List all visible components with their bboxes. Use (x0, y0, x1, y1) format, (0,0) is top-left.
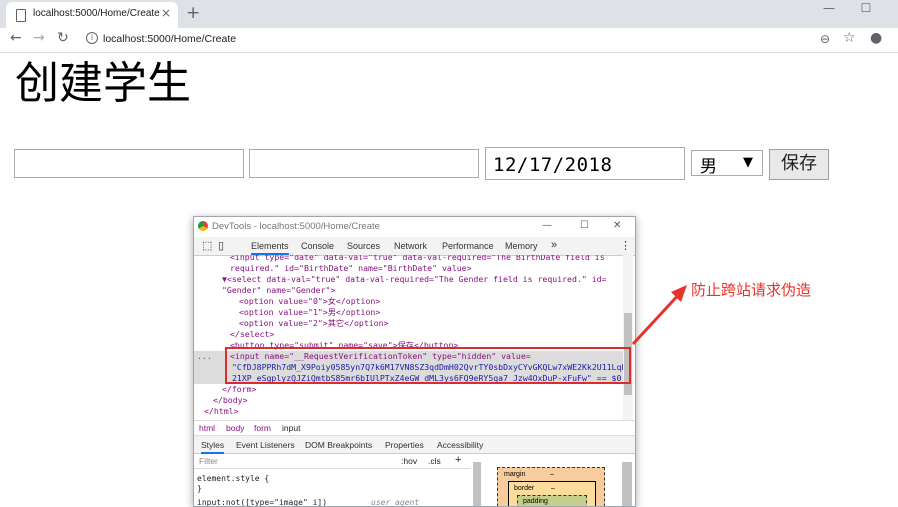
devtools-title: DevTools - localhost:5000/Home/Create (212, 221, 380, 232)
breadcrumb-html[interactable]: html (199, 423, 215, 433)
dom-line[interactable]: "Gender" name="Gender"> (222, 285, 335, 296)
dom-breadcrumb: html body form input (194, 420, 635, 436)
annotation-arrow (631, 285, 687, 346)
name-input[interactable] (14, 149, 244, 178)
forward-button[interactable]: → (33, 30, 45, 46)
browser-tab[interactable]: localhost:5000/Home/Create × (6, 2, 178, 28)
tab-properties[interactable]: Properties (385, 440, 424, 450)
device-toolbar-icon[interactable]: ▯ (218, 239, 224, 252)
style-rule-source: user agent stylesheet (371, 498, 420, 507)
page-icon (16, 9, 26, 22)
tab-elements[interactable]: Elements (251, 241, 289, 255)
annotation-label: 防止跨站请求伪造 (691, 281, 812, 299)
bookmark-star-icon[interactable]: ☆ (843, 30, 856, 46)
minimize-button[interactable]: — (814, 0, 844, 20)
dom-tree: <input type="date" data-val="true" data-… (194, 255, 626, 420)
kebab-menu-icon[interactable]: ⋮ (620, 239, 631, 252)
tab-performance[interactable]: Performance (442, 241, 494, 251)
back-button[interactable]: ← (10, 30, 22, 46)
browser-toolbar: ← → ↻ i localhost:5000/Home/Create ⊖ ☆ ● (0, 28, 898, 53)
tab-console[interactable]: Console (301, 241, 334, 251)
styles-pane: Filter :hov .cls + element.style { } inp… (194, 453, 470, 506)
tab-memory[interactable]: Memory (505, 241, 538, 251)
box-margin-label: margin (504, 471, 526, 478)
dom-line[interactable]: ▼<select data-val="true" data-val-requir… (222, 274, 607, 285)
info-icon[interactable]: i (86, 32, 98, 44)
box-border: border – padding (508, 481, 596, 506)
style-rule-selector[interactable]: element.style { (197, 474, 269, 483)
box-border-value: – (551, 485, 555, 492)
gender-select[interactable]: 男 ▼ (691, 150, 763, 177)
box-padding: padding (517, 495, 587, 506)
breadcrumb-form[interactable]: form (254, 423, 271, 433)
tab-strip: localhost:5000/Home/Create × + — ☐ (0, 0, 898, 28)
class-toggle-button[interactable]: .cls (428, 456, 441, 466)
new-tab-button[interactable]: + (186, 3, 200, 23)
dom-line-ellipsis: ... (197, 351, 212, 361)
reload-button[interactable]: ↻ (57, 30, 69, 46)
dom-line[interactable]: </html> (204, 406, 239, 417)
box-model-diagram: margin – border – padding (497, 467, 605, 506)
birthdate-input[interactable]: 12/17/2018 (485, 147, 685, 180)
devtools-titlebar: DevTools - localhost:5000/Home/Create — … (194, 217, 635, 237)
styles-scrollbar[interactable] (473, 462, 481, 506)
chevron-down-icon: ▼ (743, 155, 753, 170)
save-button[interactable]: 保存 (769, 149, 829, 180)
breadcrumb-input[interactable]: input (282, 423, 300, 433)
more-tabs-button[interactable]: » (551, 239, 557, 251)
dom-line[interactable]: <option value="0">女</option> (239, 296, 380, 307)
address-bar[interactable]: i localhost:5000/Home/Create (78, 29, 868, 49)
dom-line[interactable]: </form> (222, 384, 257, 395)
inspect-element-icon[interactable]: ⬚ (202, 239, 212, 252)
dom-line[interactable]: <option value="1">男</option> (239, 307, 380, 318)
gender-selected-value: 男 (700, 157, 717, 177)
profile-icon[interactable]: ● (870, 30, 882, 46)
tab-dom-breakpoints[interactable]: DOM Breakpoints (305, 440, 372, 450)
devtools-minimize-button[interactable]: — (542, 220, 552, 231)
box-border-label: border (514, 485, 535, 492)
styles-filter-input[interactable]: Filter (199, 456, 218, 466)
chrome-logo-icon (198, 221, 208, 231)
new-style-rule-button[interactable]: + (455, 454, 461, 466)
style-rule-close: } (197, 484, 202, 493)
tab-event-listeners[interactable]: Event Listeners (236, 440, 295, 450)
devtools-maximize-button[interactable]: ☐ (580, 220, 589, 231)
page-title: 创建学生 (15, 58, 191, 109)
computed-scrollbar[interactable] (622, 462, 632, 506)
tab-sources[interactable]: Sources (347, 241, 380, 251)
dom-line[interactable]: required." id="BirthDate" name="BirthDat… (230, 263, 472, 274)
dom-line[interactable]: <input type="date" data-val="true" data-… (230, 255, 605, 263)
tab-network[interactable]: Network (394, 241, 427, 251)
url-text[interactable]: localhost:5000/Home/Create (103, 33, 236, 45)
maximize-button[interactable]: ☐ (851, 0, 881, 20)
dom-line[interactable]: </select> (230, 329, 274, 340)
devtools-tab-bar: ⬚ ▯ Elements Console Sources Network Per… (194, 237, 635, 256)
dom-line[interactable]: <option value="2">其它</option> (239, 318, 388, 329)
tab-title: localhost:5000/Home/Create (33, 8, 160, 19)
dom-line[interactable]: </body> (213, 395, 248, 406)
box-margin-value: – (550, 471, 554, 478)
tab-styles[interactable]: Styles (201, 440, 225, 454)
styles-filter-bar: Filter :hov .cls + (194, 453, 470, 469)
second-input[interactable] (249, 149, 479, 178)
hover-state-button[interactable]: :hov (401, 456, 417, 466)
breadcrumb-body[interactable]: body (226, 423, 244, 433)
style-rule-selector[interactable]: input:not([type="image" i]) (197, 498, 327, 506)
tab-accessibility[interactable]: Accessibility (437, 440, 483, 450)
box-padding-label: padding (523, 498, 548, 505)
tab-close-icon[interactable]: × (161, 6, 171, 20)
elements-subtab-bar: Styles Event Listeners DOM Breakpoints P… (194, 435, 635, 454)
devtools-close-button[interactable]: ✕ (613, 220, 621, 231)
highlight-box (225, 347, 631, 384)
zoom-icon[interactable]: ⊖ (820, 32, 830, 46)
